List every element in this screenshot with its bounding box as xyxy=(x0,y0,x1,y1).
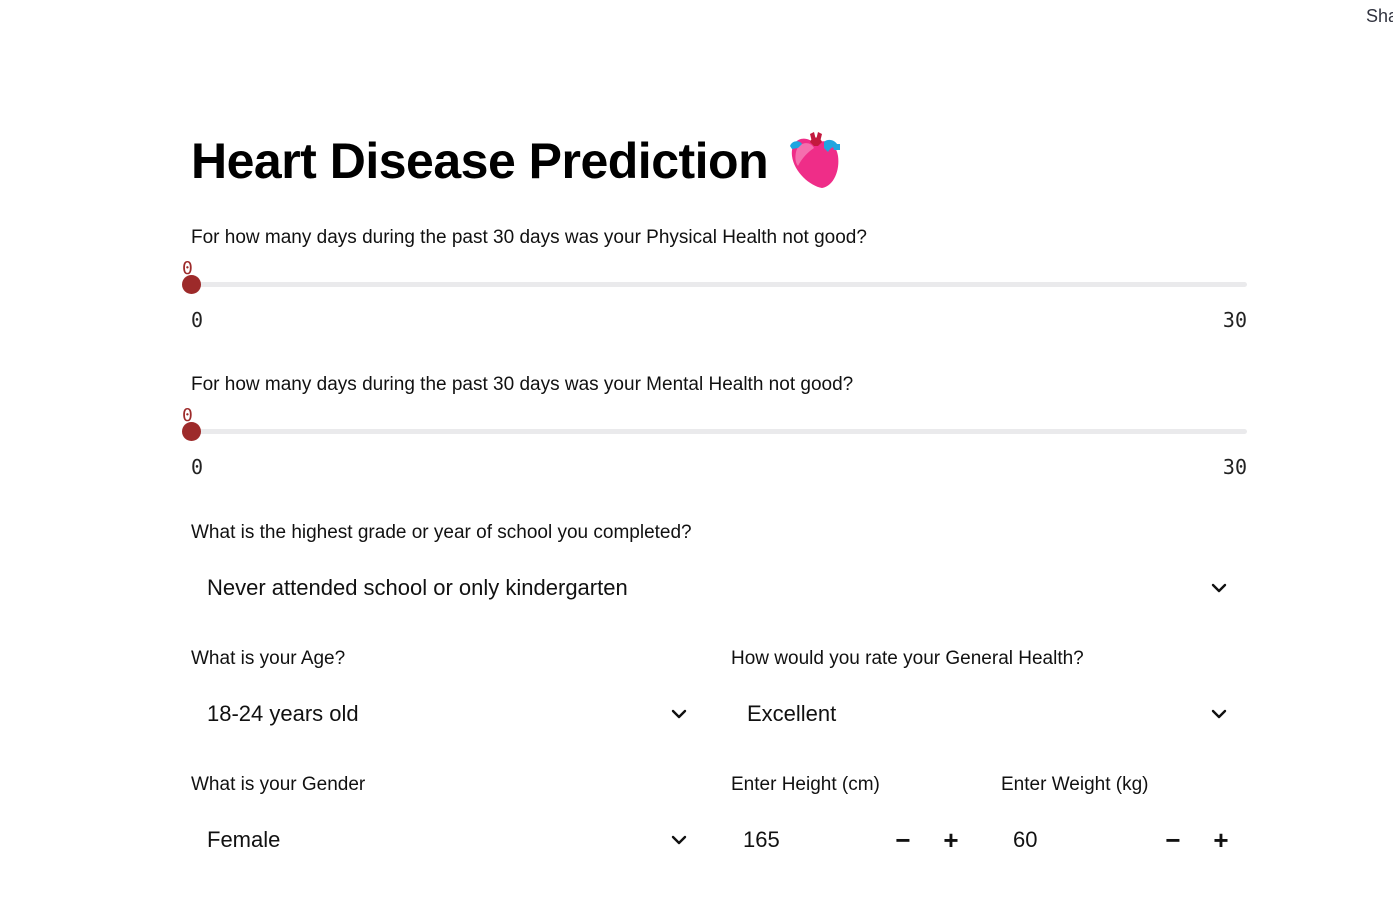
page-title: Heart Disease Prediction xyxy=(191,130,842,192)
physical-health-label: For how many days during the past 30 day… xyxy=(191,227,867,248)
general-health-selected-value: Excellent xyxy=(747,701,837,726)
mental-health-label: For how many days during the past 30 day… xyxy=(191,374,854,395)
education-select[interactable]: Never attended school or only kindergart… xyxy=(191,567,1247,609)
gender-label: What is your Gender xyxy=(191,774,366,795)
slider-min-label: 0 xyxy=(191,455,204,479)
chevron-down-icon xyxy=(1211,709,1227,719)
height-input[interactable]: 165 − + xyxy=(731,819,977,861)
slider-min-label: 0 xyxy=(191,308,204,332)
weight-increment-button[interactable]: + xyxy=(1201,819,1241,861)
education-label: What is the highest grade or year of sch… xyxy=(191,522,692,543)
chevron-down-icon xyxy=(671,835,687,845)
education-selected-value: Never attended school or only kindergart… xyxy=(207,575,628,600)
chevron-down-icon xyxy=(1211,583,1227,593)
weight-value[interactable]: 60 xyxy=(1013,827,1037,853)
slider-track[interactable] xyxy=(182,422,1247,441)
age-label: What is your Age? xyxy=(191,648,346,669)
gender-select[interactable]: Female xyxy=(191,819,707,861)
general-health-select[interactable]: Excellent xyxy=(731,693,1247,735)
age-select[interactable]: 18-24 years old xyxy=(191,693,707,735)
age-selected-value: 18-24 years old xyxy=(207,701,359,726)
slider-track[interactable] xyxy=(182,275,1247,294)
slider-max-label: 30 xyxy=(1222,455,1247,479)
height-label: Enter Height (cm) xyxy=(731,774,880,795)
mental-health-slider[interactable]: 0 0 30 xyxy=(182,405,1247,485)
anatomical-heart-icon xyxy=(788,130,842,192)
height-decrement-button[interactable]: − xyxy=(883,819,923,861)
gender-selected-value: Female xyxy=(207,827,281,852)
slider-max-label: 30 xyxy=(1222,308,1247,332)
chevron-down-icon xyxy=(671,709,687,719)
weight-decrement-button[interactable]: − xyxy=(1153,819,1193,861)
weight-input[interactable]: 60 − + xyxy=(1001,819,1247,861)
weight-label: Enter Weight (kg) xyxy=(1001,774,1149,795)
page-title-text: Heart Disease Prediction xyxy=(191,133,769,189)
height-increment-button[interactable]: + xyxy=(931,819,971,861)
general-health-label: How would you rate your General Health? xyxy=(731,648,1084,669)
height-value[interactable]: 165 xyxy=(743,827,780,853)
slider-thumb[interactable] xyxy=(182,422,201,441)
share-button[interactable]: Share xyxy=(1366,6,1393,27)
slider-thumb[interactable] xyxy=(182,275,201,294)
physical-health-slider[interactable]: 0 0 30 xyxy=(182,258,1247,338)
